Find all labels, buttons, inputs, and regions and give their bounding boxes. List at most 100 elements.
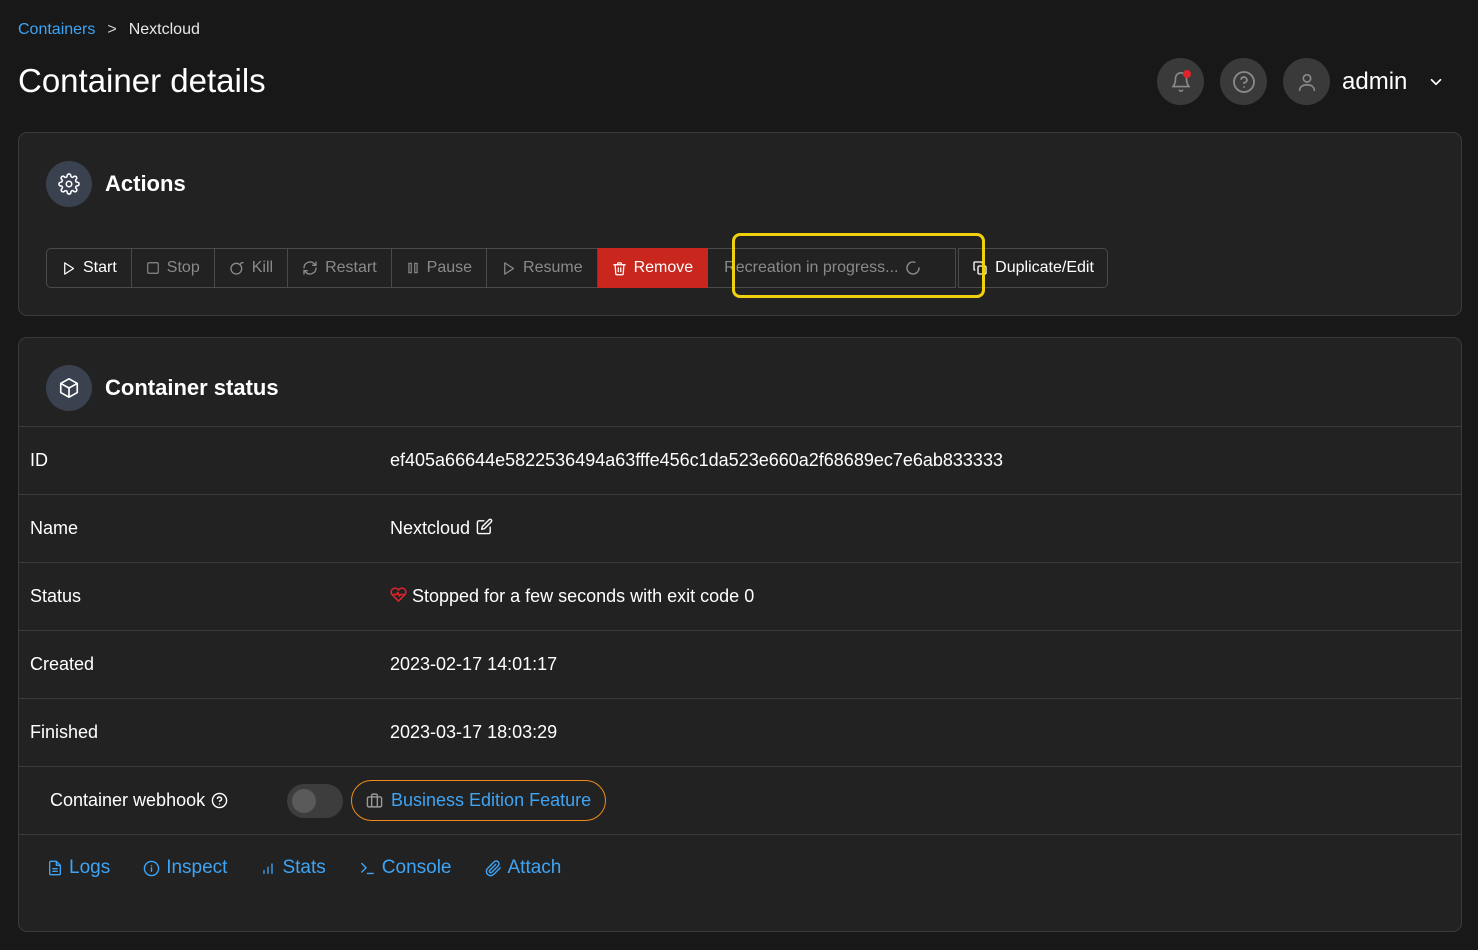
inspect-link[interactable]: Inspect xyxy=(143,857,227,879)
heartbeat-icon xyxy=(390,586,407,602)
refresh-icon xyxy=(303,261,317,275)
help-circle-icon xyxy=(1232,70,1255,93)
breadcrumb-containers-link[interactable]: Containers xyxy=(18,21,95,39)
user-menu[interactable]: admin xyxy=(1283,58,1445,105)
duplicate-edit-label: Duplicate/Edit xyxy=(995,259,1094,276)
play-icon xyxy=(64,261,75,275)
kill-button[interactable]: Kill xyxy=(214,248,289,288)
table-row-webhook: Container webhook Business Edition Featu… xyxy=(19,766,1461,834)
container-id: ef405a66644e5822536494a63fffe456c1da523e… xyxy=(390,450,1003,470)
pause-button[interactable]: Pause xyxy=(391,248,488,288)
resume-button[interactable]: Resume xyxy=(487,248,598,288)
start-label: Start xyxy=(83,259,117,276)
row-value: Stopped for a few seconds with exit code… xyxy=(390,586,754,607)
user-icon xyxy=(1298,73,1315,91)
table-row-created: Created 2023-02-17 14:01:17 xyxy=(19,630,1461,698)
business-edition-label: Business Edition Feature xyxy=(391,790,592,810)
row-label: Name xyxy=(30,518,79,538)
breadcrumb: Containers > Nextcloud xyxy=(18,21,200,39)
remove-label: Remove xyxy=(633,259,694,276)
briefcase-icon xyxy=(366,793,383,808)
kill-label: Kill xyxy=(251,259,274,276)
stop-button[interactable]: Stop xyxy=(131,248,215,288)
stop-label: Stop xyxy=(166,259,200,276)
finished-time: 2023-03-17 18:03:29 xyxy=(390,722,558,742)
notifications-button[interactable] xyxy=(1157,58,1204,105)
gear-icon xyxy=(46,161,92,207)
row-label: Status xyxy=(30,586,82,606)
paperclip-icon xyxy=(485,859,501,876)
file-text-icon xyxy=(49,860,61,876)
help-circle-icon[interactable] xyxy=(211,792,228,809)
webhook-label-group: Container webhook xyxy=(50,790,228,811)
row-value: 2023-03-17 18:03:29 xyxy=(390,722,557,743)
status-table: ID ef405a66644e5822536494a63fffe456c1da5… xyxy=(19,426,1461,835)
console-label: Console xyxy=(381,857,452,878)
table-row-finished: Finished 2023-03-17 18:03:29 xyxy=(19,698,1461,766)
actions-button-group: Start Stop Kill Restart Pause Resume Rem… xyxy=(46,248,1108,288)
info-icon xyxy=(143,860,160,876)
row-value: Nextcloud xyxy=(390,518,493,539)
recreate-label: Recreation in progress... xyxy=(724,259,899,276)
duplicate-edit-button[interactable]: Duplicate/Edit xyxy=(958,248,1108,288)
attach-label: Attach xyxy=(507,857,562,878)
pause-label: Pause xyxy=(426,259,473,276)
row-value: ef405a66644e5822536494a63fffe456c1da523e… xyxy=(390,450,1003,471)
row-label: Finished xyxy=(30,722,99,742)
start-button[interactable]: Start xyxy=(46,248,132,288)
row-value: 2023-02-17 14:01:17 xyxy=(390,654,557,675)
remove-button[interactable]: Remove xyxy=(597,248,709,288)
row-label: ID xyxy=(30,450,48,470)
attach-link[interactable]: Attach xyxy=(485,857,562,879)
header-toolbar: admin xyxy=(1157,58,1445,105)
edit-icon[interactable] xyxy=(476,518,493,535)
webhook-toggle[interactable] xyxy=(287,783,343,818)
actions-title: Actions xyxy=(105,171,186,196)
webhook-label: Container webhook xyxy=(50,790,206,810)
avatar xyxy=(1283,58,1330,105)
created-time: 2023-02-17 14:01:17 xyxy=(390,654,558,674)
bar-chart-icon xyxy=(263,863,274,874)
trash-icon xyxy=(612,261,626,275)
table-row-divider xyxy=(19,834,1461,835)
status-title: Container status xyxy=(105,375,279,400)
box-icon xyxy=(46,365,92,411)
inspect-label: Inspect xyxy=(166,857,228,878)
breadcrumb-separator: > xyxy=(107,21,117,38)
copy-icon xyxy=(973,261,987,275)
notification-dot xyxy=(1183,70,1191,78)
container-links: Logs Inspect Stats Console Attach xyxy=(47,857,594,879)
page-title: Container details xyxy=(18,62,266,99)
logs-label: Logs xyxy=(69,857,111,878)
square-icon xyxy=(146,262,159,274)
restart-label: Restart xyxy=(325,259,377,276)
row-label: Created xyxy=(30,654,95,674)
terminal-icon xyxy=(360,862,374,874)
breadcrumb-current: Nextcloud xyxy=(128,21,200,38)
actions-card: Actions Start Stop Kill Restart Pause Re… xyxy=(18,132,1462,316)
container-status-card: Container status ID ef405a66644e58225364… xyxy=(18,337,1462,932)
actions-header: Actions xyxy=(46,161,186,207)
logs-link[interactable]: Logs xyxy=(47,857,110,879)
resume-label: Resume xyxy=(523,259,583,276)
recreate-button[interactable]: Recreation in progress... xyxy=(708,248,957,288)
bomb-icon xyxy=(230,262,244,275)
status-header: Container status xyxy=(46,365,279,411)
help-button[interactable] xyxy=(1220,58,1267,105)
user-name: admin xyxy=(1342,67,1408,95)
chevron-down-icon xyxy=(1427,73,1445,91)
stats-link[interactable]: Stats xyxy=(260,857,326,879)
status-text: Stopped for a few seconds with exit code… xyxy=(412,586,755,606)
container-name: Nextcloud xyxy=(390,518,471,538)
business-edition-badge[interactable]: Business Edition Feature xyxy=(351,780,607,821)
stats-label: Stats xyxy=(282,857,326,878)
toggle-knob xyxy=(292,788,316,813)
console-link[interactable]: Console xyxy=(359,857,452,879)
spinner-icon xyxy=(906,261,921,275)
play-icon xyxy=(504,261,515,275)
restart-button[interactable]: Restart xyxy=(288,248,392,288)
pause-icon xyxy=(407,262,418,274)
table-row-status: Status Stopped for a few seconds with ex… xyxy=(19,562,1461,630)
table-row-id: ID ef405a66644e5822536494a63fffe456c1da5… xyxy=(19,426,1461,494)
table-row-name: Name Nextcloud xyxy=(19,494,1461,562)
